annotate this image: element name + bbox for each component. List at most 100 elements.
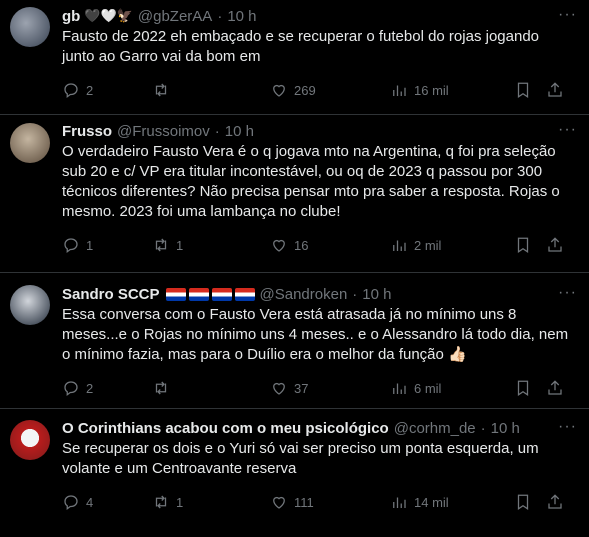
reply-icon [64,238,78,254]
author-name[interactable]: Sandro SCCP [62,286,160,303]
reply-button[interactable]: 2 [62,379,152,397]
bookmark-button[interactable] [514,236,532,254]
tweet-header: O Corinthians acabou com o meu psicológi… [62,417,589,439]
bookmark-button[interactable] [514,379,532,397]
like-button[interactable]: 37 [270,379,390,397]
heart-icon [273,382,285,395]
share-icon [548,380,562,395]
author-handle[interactable]: @Frussoimov [117,123,210,140]
name-emojis: 🖤🤍🦅 [84,8,133,23]
heart-icon [273,84,285,97]
timestamp[interactable]: 10 h [362,286,391,303]
retweet-button[interactable] [152,379,270,397]
more-options-icon[interactable]: ··· [558,121,577,139]
author-name[interactable]: gb [62,8,80,25]
timestamp[interactable]: 10 h [491,420,520,437]
more-options-icon[interactable]: ··· [558,284,577,302]
tweet-text: Fausto de 2022 eh embaçado e se recupera… [62,28,539,65]
retweet-icon [155,83,167,97]
share-icon [548,494,562,509]
separator: · [352,285,358,303]
reply-icon [64,495,78,511]
views-count: 16 mil [414,82,449,98]
like-count: 16 [294,237,309,253]
tweet[interactable]: Sandro SCCP @Sandroken · 10 h ··· Essa c… [0,273,589,409]
share-button[interactable] [546,379,564,397]
reply-button[interactable]: 4 [62,493,152,511]
retweet-count: 1 [176,494,184,510]
tweet-actions: 1 1 16 2 mil [62,228,589,262]
reply-count: 4 [86,494,94,510]
like-button[interactable]: 111 [270,493,390,511]
retweet-icon [155,381,167,395]
bookmark-icon [517,237,529,253]
views-button[interactable]: 14 mil [390,493,500,511]
like-count: 269 [294,82,316,98]
views-count: 14 mil [414,494,449,510]
views-icon [393,240,406,251]
reply-button[interactable]: 2 [62,81,152,99]
reply-button[interactable]: 1 [62,236,152,254]
tweet-text: Se recuperar os dois e o Yuri só vai ser… [62,440,539,477]
tweet-header: Sandro SCCP @Sandroken · 10 h [62,283,589,305]
like-button[interactable]: 269 [270,81,390,99]
tweet[interactable]: Frusso @Frussoimov · 10 h ··· O verdadei… [0,115,589,273]
share-icon [548,237,562,252]
paraguay-flag-icon [211,287,232,301]
tweet-actions: 2 37 6 mil [62,371,589,405]
like-count: 111 [294,494,314,510]
heart-icon [273,239,285,252]
tweet-header: Frusso @Frussoimov · 10 h [62,120,589,142]
tweet[interactable]: gb 🖤🤍🦅 @gbZerAA · 10 h ··· Fausto de 202… [0,0,589,115]
share-button[interactable] [546,493,564,511]
timeline-feed: gb 🖤🤍🦅 @gbZerAA · 10 h ··· Fausto de 202… [0,0,589,537]
share-button[interactable] [546,236,564,254]
avatar[interactable] [10,7,50,47]
bookmark-button[interactable] [514,493,532,511]
author-handle[interactable]: @Sandroken [260,286,348,303]
separator: · [217,7,223,25]
author-handle[interactable]: @corhm_de [394,420,476,437]
bookmark-icon [517,494,529,510]
reply-icon [64,83,78,99]
bookmark-icon [517,380,529,396]
author-name[interactable]: O Corinthians acabou com o meu psicológi… [62,420,389,437]
reply-icon [64,381,78,397]
paraguay-flag-icon [234,287,255,301]
retweet-button[interactable] [152,81,270,99]
retweet-button[interactable]: 1 [152,493,270,511]
author-name[interactable]: Frusso [62,123,112,140]
tweet-text: O verdadeiro Fausto Vera é o q jogava mt… [62,143,560,220]
views-button[interactable]: 16 mil [390,81,500,99]
share-button[interactable] [546,81,564,99]
views-icon [393,85,406,96]
reply-count: 1 [86,237,94,253]
more-options-icon[interactable]: ··· [558,6,577,24]
author-handle[interactable]: @gbZerAA [138,8,212,25]
retweet-count: 1 [176,237,184,253]
retweet-button[interactable]: 1 [152,236,270,254]
reply-count: 2 [86,380,94,396]
like-button[interactable]: 16 [270,236,390,254]
tweet-actions: 4 1 111 14 mil [62,485,589,519]
tweet-text: Essa conversa com o Fausto Vera está atr… [62,306,569,363]
retweet-icon [155,238,167,252]
views-icon [393,383,406,394]
share-icon [548,82,562,97]
bookmark-button[interactable] [514,81,532,99]
avatar[interactable] [10,123,50,163]
tweet-actions: 2 269 16 mil [62,73,589,107]
timestamp[interactable]: 10 h [225,123,254,140]
views-icon [393,497,406,508]
more-options-icon[interactable]: ··· [558,418,577,436]
like-count: 37 [294,380,309,396]
reply-count: 2 [86,82,94,98]
views-button[interactable]: 2 mil [390,236,500,254]
avatar[interactable] [10,285,50,325]
timestamp[interactable]: 10 h [227,8,256,25]
views-button[interactable]: 6 mil [390,379,500,397]
tweet[interactable]: O Corinthians acabou com o meu psicológi… [0,409,589,537]
views-count: 6 mil [414,380,442,396]
separator: · [480,419,486,437]
avatar[interactable] [10,420,50,460]
